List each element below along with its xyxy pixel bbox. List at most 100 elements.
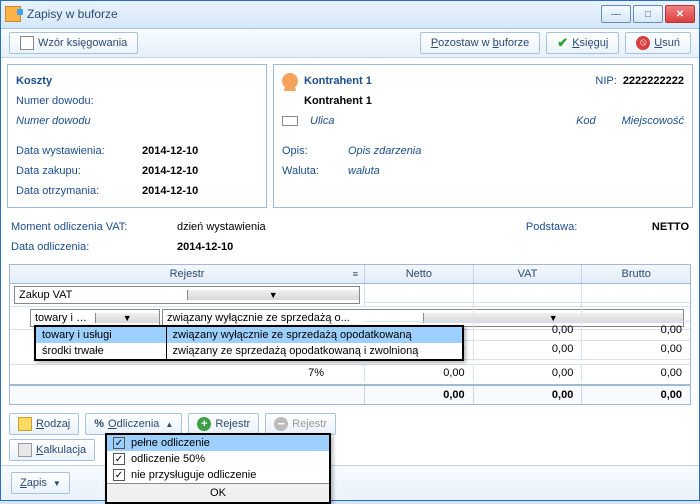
grid-header: Rejestr≡ Netto VAT Brutto [10, 265, 690, 284]
checkbox-icon: ✓ [113, 469, 125, 481]
numer-dowodu-value[interactable]: Numer dowodu [16, 115, 91, 127]
miejscowosc-value[interactable]: Miejscowość [622, 115, 684, 127]
cell-netto[interactable] [365, 284, 474, 302]
kod-value[interactable]: Kod [576, 115, 596, 127]
zapis-label: Zapis [20, 477, 47, 489]
minimize-button[interactable]: — [601, 5, 631, 23]
col-brutto[interactable]: Brutto [582, 265, 690, 283]
chevron-down-icon: ▼ [187, 290, 360, 300]
popup-row-1[interactable]: towary i usługi związany wyłącznie ze sp… [36, 327, 462, 343]
rejestr-add-button[interactable]: + Rejestr [188, 413, 259, 435]
close-button[interactable]: ✕ [665, 5, 695, 23]
rejestr-combo[interactable]: Zakup VAT ▼ [14, 286, 360, 304]
kalkulacja-button[interactable]: Kalkulacja [9, 439, 95, 461]
zapis-button[interactable]: Zapis ▼ [11, 472, 70, 494]
rejestr-del-button[interactable]: − Rejestr [265, 413, 336, 435]
usun-button[interactable]: ⦸ Usuń [625, 32, 691, 54]
cell-brutto[interactable] [582, 303, 690, 321]
rate-vat: 0,00 [474, 365, 583, 382]
cell-vat[interactable] [474, 303, 583, 321]
rodzaj-button[interactable]: Rodzaj [9, 413, 79, 435]
rodzaj-label: Rodzaj [36, 418, 70, 430]
header-panels: Koszty Numer dowodu: Numer dowodu Data w… [1, 58, 699, 214]
kontrahent-link[interactable]: Kontrahent 1 [304, 75, 372, 87]
opis-value[interactable]: Opis zdarzenia [348, 145, 421, 157]
dropdown-icon: ≡ [353, 269, 358, 279]
popup-cell: związany wyłącznie ze sprzedażą opodatko… [166, 327, 462, 343]
data-odliczenia-value: 2014-12-10 [177, 241, 233, 253]
rejestr-add-label: Rejestr [215, 418, 250, 430]
odliczenia-button[interactable]: % Odliczenia▲ [85, 413, 182, 435]
person-icon [282, 73, 298, 89]
popup-cell: związany ze sprzedażą opodatkowaną i zwo… [166, 343, 462, 359]
rejestr-del-label: Rejestr [292, 418, 327, 430]
check-icon: ✔ [557, 35, 568, 51]
ksieguj-button[interactable]: ✔ Księguj [546, 32, 619, 54]
rate-brutto: 0,00 [582, 365, 690, 382]
titlebar: Zapisy w buforze — □ ✕ [1, 1, 699, 29]
opt-50[interactable]: ✓odliczenie 50% [107, 451, 329, 467]
window: Zapisy w buforze — □ ✕ Wzór księgowania … [0, 0, 700, 501]
pozostaw-button[interactable]: Pozostaw w buforze [420, 32, 540, 54]
foot-netto: 0,00 [365, 386, 474, 404]
data-wystawienia-value: 2014-12-10 [142, 145, 198, 157]
wzor-ksiegowania-button[interactable]: Wzór księgowania [9, 32, 138, 54]
checkbox-icon: ✓ [113, 437, 125, 449]
col-netto[interactable]: Netto [365, 265, 474, 283]
wzor-label: Wzór księgowania [38, 37, 127, 49]
cell-vat[interactable]: 0,00 [474, 341, 583, 359]
podstawa-value: NETTO [652, 221, 689, 233]
toolbar: Wzór księgowania Pozostaw w buforze ✔ Ks… [1, 29, 699, 58]
popup-row-2[interactable]: środki trwałe związany ze sprzedażą opod… [36, 343, 462, 359]
usun-label: Usuń [654, 37, 680, 49]
document-icon [20, 36, 34, 50]
data-zakupu-label: Data zakupu: [16, 165, 136, 177]
dropdown-icon: ▲ [165, 420, 173, 429]
vat-grid: Rejestr≡ Netto VAT Brutto Zakup VAT ▼ to… [9, 264, 691, 405]
cell-netto[interactable] [365, 303, 474, 321]
chevron-down-icon: ▼ [95, 313, 160, 323]
moment-odliczenia-label: Moment odliczenia VAT: [11, 221, 171, 233]
button-bar: Rodzaj % Odliczenia▲ + Rejestr − Rejestr… [1, 409, 699, 439]
opt-nie[interactable]: ✓nie przysługuje odliczenie [107, 467, 329, 483]
data-wystawienia-label: Data wystawienia: [16, 145, 136, 157]
moment-odliczenia-value: dzień wystawienia [177, 221, 266, 233]
nip-value: 2222222222 [623, 75, 684, 87]
cell-vat[interactable] [474, 284, 583, 302]
opis-label: Opis: [282, 145, 342, 157]
cell-brutto[interactable] [582, 284, 690, 302]
right-panel: Kontrahent 1 NIP: 2222222222 Kontrahent … [273, 64, 693, 208]
rejestr-combo-value: Zakup VAT [15, 289, 187, 301]
plus-icon: + [197, 417, 211, 431]
opt-pelne[interactable]: ✓pełne odliczenie [107, 435, 329, 451]
kalkulacja-label: Kalkulacja [36, 444, 86, 456]
ulica-value[interactable]: Ulica [310, 115, 334, 127]
col-vat[interactable]: VAT [474, 265, 583, 283]
popup-ok-button[interactable]: OK [107, 483, 329, 502]
waluta-label: Waluta: [282, 165, 342, 177]
koszty-link[interactable]: Koszty [16, 75, 136, 87]
col-rejestr[interactable]: Rejestr≡ [10, 265, 365, 283]
numer-dowodu-label: Numer dowodu: [16, 95, 136, 107]
left-panel: Koszty Numer dowodu: Numer dowodu Data w… [7, 64, 267, 208]
maximize-button[interactable]: □ [633, 5, 663, 23]
waluta-value[interactable]: waluta [348, 165, 380, 177]
cell-brutto[interactable]: 0,00 [582, 341, 690, 359]
nip-label: NIP: [595, 75, 616, 87]
combo-popup[interactable]: towary i usługi związany wyłącznie ze sp… [34, 325, 464, 361]
rate-netto: 0,00 [365, 365, 474, 382]
data-otrzymania-value: 2014-12-10 [142, 185, 198, 197]
cell-brutto[interactable]: 0,00 [582, 322, 690, 340]
popup-cell: towary i usługi [36, 327, 166, 343]
odliczenia-label: Odliczenia [108, 418, 159, 430]
odliczenia-popup: ✓pełne odliczenie ✓odliczenie 50% ✓nie p… [105, 433, 331, 504]
grid-footer: 0,00 0,00 0,00 [10, 384, 690, 404]
delete-icon: ⦸ [636, 36, 650, 50]
dropdown-icon: ▼ [53, 479, 61, 488]
grid-body: Zakup VAT ▼ towary i usługi ▼ związany w… [10, 284, 690, 384]
cell-vat[interactable]: 0,00 [474, 322, 583, 340]
app-icon [5, 6, 21, 22]
calculator-icon [18, 443, 32, 457]
popup-cell: środki trwałe [36, 343, 166, 359]
ksieguj-label: Księguj [572, 37, 608, 49]
